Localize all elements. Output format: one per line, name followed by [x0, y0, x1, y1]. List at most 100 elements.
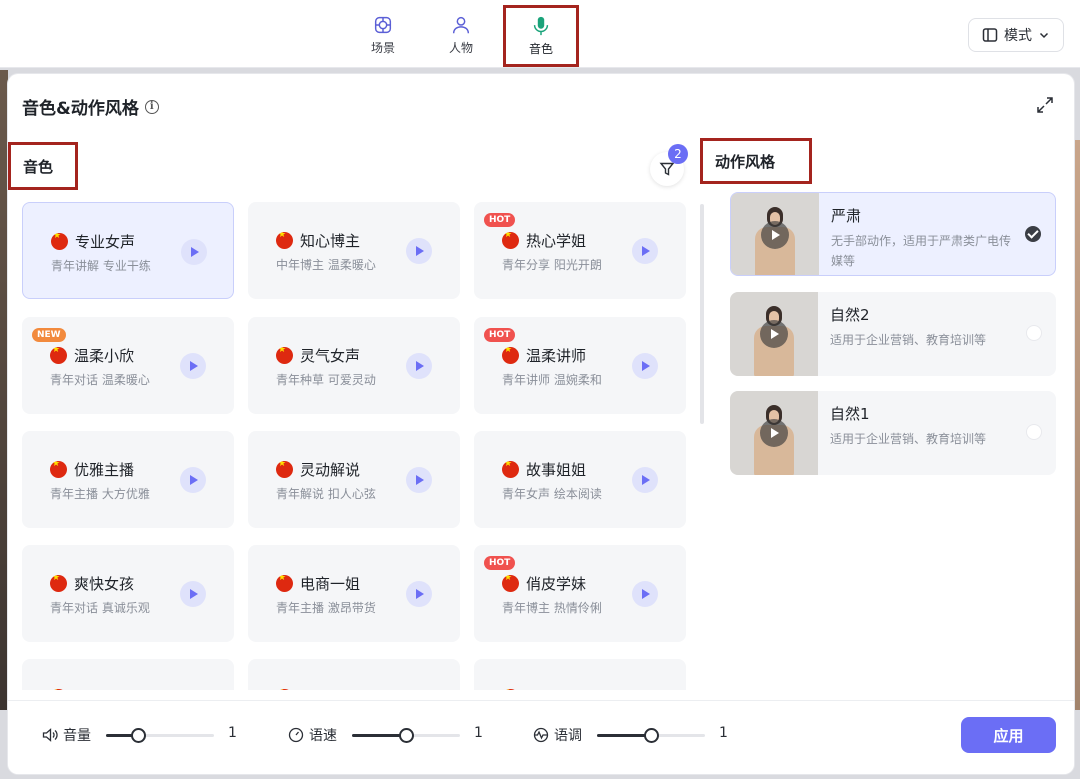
play-icon[interactable]	[760, 320, 788, 348]
play-preview-button[interactable]	[406, 353, 432, 379]
motion-style-description: 适用于企业营销、教育培训等	[830, 333, 987, 347]
mode-label: 模式	[1004, 28, 1032, 44]
china-flag-icon	[502, 232, 519, 249]
voice-name: 优雅主播	[74, 461, 135, 479]
pitch-slider-fill	[597, 734, 651, 737]
play-preview-button[interactable]	[406, 581, 432, 607]
microphone-icon	[533, 16, 549, 36]
china-flag-icon	[276, 232, 293, 249]
volume-slider[interactable]	[106, 728, 214, 743]
voice-card[interactable]: HOT 热心学姐青年分享 阳光开朗	[474, 202, 686, 299]
voice-card-grid: 专业女声青年讲解 专业干练知心博主中年博主 温柔暖心HOT热心学姐青年分享 阳光…	[22, 202, 688, 690]
voice-description: 青年对话 真诚乐观	[50, 601, 150, 615]
voice-name: 热心学姐	[526, 232, 587, 250]
layout-panel-icon	[982, 28, 998, 42]
voice-card[interactable]: HOT 温柔讲师青年讲师 温婉柔和	[474, 317, 686, 414]
play-icon[interactable]	[760, 419, 788, 447]
speed-slider-knob[interactable]	[399, 728, 414, 743]
voice-controls-bar: 音量 1 语速 1 语调 1 应用	[8, 700, 1074, 774]
expand-icon[interactable]	[1036, 96, 1054, 114]
voice-card[interactable]: 知心博主中年博主 温柔暖心	[248, 202, 460, 299]
tab-person[interactable]: 人物	[431, 10, 491, 60]
play-preview-button[interactable]	[180, 353, 206, 379]
china-flag-icon	[502, 575, 519, 592]
voice-card[interactable]: 优雅主播青年主播 大方优雅	[22, 431, 234, 528]
tab-voice[interactable]: 音色	[503, 5, 579, 67]
china-flag-icon	[276, 689, 293, 690]
voice-name: 知心博主	[300, 232, 361, 250]
china-flag-icon	[276, 347, 293, 364]
chevron-down-icon	[1039, 32, 1049, 39]
motion-section-label-text: 动作风格	[715, 152, 776, 171]
pitch-slider-knob[interactable]	[644, 728, 659, 743]
hot-badge: HOT	[484, 328, 516, 342]
scrollbar-thumb[interactable]	[700, 204, 704, 424]
top-nav-bar: 场景 人物 音色 模式	[0, 0, 1080, 68]
china-flag-icon	[50, 575, 67, 592]
play-preview-button[interactable]	[632, 467, 658, 493]
voice-card[interactable]: 灵气女声青年种草 可爱灵动	[248, 317, 460, 414]
person-icon	[452, 16, 470, 34]
voice-card[interactable]: 灵动解说青年解说 扣人心弦	[248, 431, 460, 528]
motion-style-description: 无手部动作，适用于严肃类广电传媒等	[831, 234, 1012, 268]
china-flag-icon	[50, 461, 67, 478]
tab-scene-label: 场景	[370, 41, 395, 55]
voice-name: 爽快女孩	[74, 575, 135, 593]
play-icon[interactable]	[761, 221, 789, 249]
voice-card[interactable]: 清甜女孩	[248, 659, 460, 690]
check-circle-icon[interactable]	[1025, 226, 1041, 242]
voice-name: 专业女声	[75, 233, 136, 251]
motion-style-card[interactable]: 自然2 适用于企业营销、教育培训等	[730, 292, 1056, 376]
panel-title-text: 音色&动作风格	[22, 99, 139, 119]
speedometer-icon	[288, 727, 304, 743]
hot-badge: HOT	[484, 213, 516, 227]
radio-circle-icon[interactable]	[1026, 325, 1042, 341]
voice-card[interactable]: HOT 俏皮学妹青年博主 热情伶俐	[474, 545, 686, 642]
motion-style-title: 严肃	[831, 207, 862, 225]
apply-button[interactable]: 应用	[961, 717, 1056, 753]
voice-card[interactable]: 爽快女孩青年对话 真诚乐观	[22, 545, 234, 642]
info-icon[interactable]: i	[144, 99, 159, 114]
voice-name: 大气主持	[526, 687, 586, 690]
pitch-label: 语调	[554, 728, 582, 744]
motion-section-label: 动作风格	[700, 138, 812, 184]
voice-description: 青年女声 绘本阅读	[502, 487, 602, 501]
radio-circle-icon[interactable]	[1026, 424, 1042, 440]
play-preview-button[interactable]	[180, 581, 206, 607]
voice-card[interactable]: NEW 温柔小欣青年对话 温柔暖心	[22, 317, 234, 414]
voice-card[interactable]: 故事姐姐青年女声 绘本阅读	[474, 431, 686, 528]
voice-card[interactable]: 亲和教师	[22, 659, 234, 690]
motion-style-card[interactable]: 自然1 适用于企业营销、教育培训等	[730, 391, 1056, 475]
speed-slider[interactable]	[352, 728, 460, 743]
play-preview-button[interactable]	[632, 238, 658, 264]
voice-description: 青年对话 温柔暖心	[50, 373, 150, 387]
play-preview-button[interactable]	[406, 238, 432, 264]
new-badge: NEW	[32, 328, 66, 342]
voice-description: 青年种草 可爱灵动	[276, 373, 376, 387]
voice-name: 灵气女声	[300, 347, 361, 365]
play-preview-button[interactable]	[406, 467, 432, 493]
motion-style-card[interactable]: 严肃无手部动作，适用于严肃类广电传媒等	[730, 192, 1056, 276]
play-preview-button[interactable]	[632, 353, 658, 379]
volume-value: 1	[228, 725, 237, 741]
voice-description: 青年分享 阳光开朗	[502, 258, 602, 272]
voice-card[interactable]: 专业女声青年讲解 专业干练	[22, 202, 234, 299]
voice-card[interactable]: 电商一姐青年主播 激昂带货	[248, 545, 460, 642]
voice-motion-panel: 音色&动作风格 i 音色 2 专业女声青年讲解 专业干练知心博主中年博主 温柔暖…	[8, 74, 1074, 774]
pitch-value: 1	[719, 725, 728, 741]
filter-count-badge: 2	[668, 144, 688, 164]
voice-card[interactable]: 大气主持	[474, 659, 686, 690]
tab-scene[interactable]: 场景	[353, 10, 413, 60]
volume-slider-knob[interactable]	[131, 728, 147, 743]
mode-dropdown-button[interactable]: 模式	[968, 18, 1064, 52]
pitch-control: 语调	[532, 723, 582, 747]
play-preview-button[interactable]	[180, 467, 206, 493]
pitch-slider[interactable]	[597, 728, 705, 743]
voice-name: 温柔小欣	[74, 347, 135, 365]
play-preview-button[interactable]	[632, 581, 658, 607]
hot-badge: HOT	[484, 556, 516, 570]
china-flag-icon	[50, 347, 67, 364]
play-preview-button[interactable]	[181, 239, 207, 265]
voice-description: 青年讲解 专业干练	[51, 259, 151, 273]
filter-icon	[659, 162, 675, 176]
